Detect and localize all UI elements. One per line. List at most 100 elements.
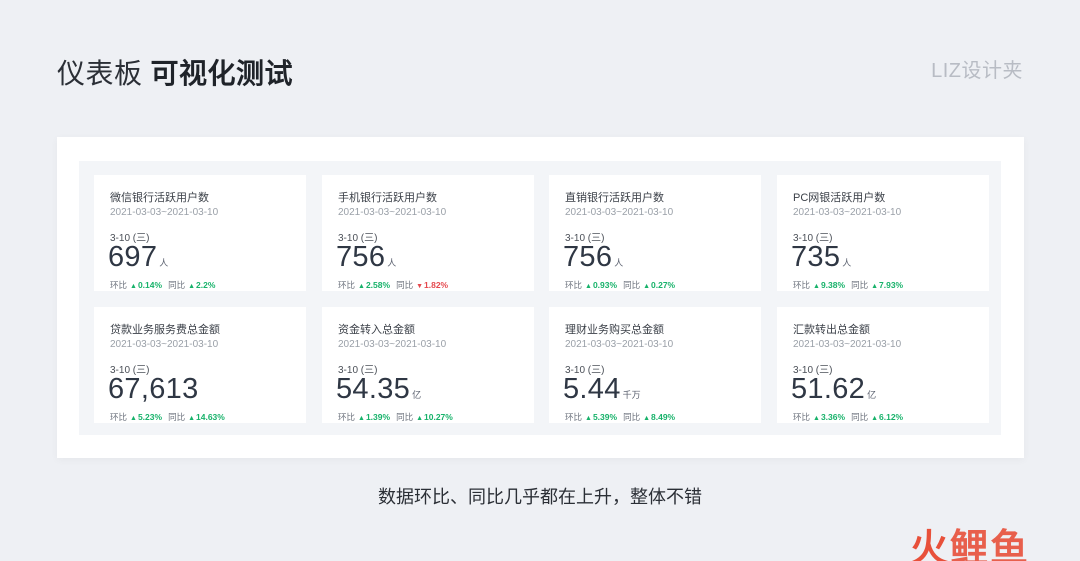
mom-value: 9.38% (820, 280, 846, 290)
yoy-label: 同比 (168, 412, 186, 422)
mom-label: 环比 (793, 412, 811, 422)
yoy-comparison: 同比 ▲6.12% (851, 412, 903, 422)
yoy-comparison: 同比 ▲14.63% (168, 412, 225, 422)
metric-name: 微信银行活跃用户数 (110, 192, 209, 204)
yoy-value: 0.27% (651, 280, 676, 290)
yoy-label: 同比 (851, 280, 869, 290)
mom-comparison: 环比 ▲0.93% (565, 280, 617, 290)
arrow-up-icon: ▲ (813, 415, 820, 422)
mom-value: 0.14% (137, 280, 163, 290)
metric-value-number: 697 (108, 241, 158, 273)
yoy-value: 7.93% (879, 280, 904, 290)
yoy-comparison: 同比 ▲8.49% (623, 412, 675, 422)
metric-card[interactable]: 汇款转出总金额 2021-03-03~2021-03-10 3-10 (三) 51.6… (777, 307, 989, 423)
metric-card[interactable]: 直销银行活跃用户数 2021-03-03~2021-03-10 3-10 (三) 75… (549, 175, 761, 291)
metric-unit: 亿 (412, 390, 422, 400)
yoy-comparison: 同比 ▲10.27% (396, 412, 453, 422)
yoy-label: 同比 (623, 412, 641, 422)
metric-unit: 亿 (867, 390, 877, 400)
metric-comparisons: 环比 ▲1.39% 同比 ▲10.27% (338, 411, 459, 423)
metric-unit: 千万 (622, 390, 641, 400)
metric-date-range: 2021-03-03~2021-03-10 (565, 207, 674, 218)
metric-unit: 人 (842, 258, 852, 268)
dashboard-panel: 微信银行活跃用户数 2021-03-03~2021-03-10 3-10 (三) 69… (57, 137, 1024, 458)
metric-comparisons: 环比 ▲5.23% 同比 ▲14.63% (110, 411, 231, 423)
metric-comparisons: 环比 ▲3.36% 同比 ▲6.12% (793, 411, 909, 423)
arrow-up-icon: ▲ (585, 283, 592, 290)
metric-value: 756 人 (563, 241, 623, 274)
metric-card[interactable]: 资金转入总金额 2021-03-03~2021-03-10 3-10 (三) 54.3… (322, 307, 534, 423)
arrow-down-icon: ▼ (416, 283, 424, 290)
arrow-up-icon: ▲ (871, 283, 879, 290)
metric-date-range: 2021-03-03~2021-03-10 (338, 207, 447, 218)
mom-label: 环比 (110, 412, 128, 422)
arrow-up-icon: ▲ (188, 283, 196, 290)
metric-value-number: 756 (336, 241, 386, 273)
mom-label: 环比 (565, 280, 583, 290)
yoy-value: 6.12% (879, 412, 904, 422)
metric-unit: 人 (614, 258, 624, 268)
arrow-up-icon: ▲ (643, 415, 651, 422)
metric-value-number: 735 (791, 241, 841, 273)
yoy-label: 同比 (623, 280, 641, 290)
metric-card[interactable]: 理财业务购买总金额 2021-03-03~2021-03-10 3-10 (三) 5.… (549, 307, 761, 423)
yoy-value: 14.63% (196, 412, 225, 422)
metric-value-number: 54.35 (336, 373, 411, 405)
metric-unit: 人 (387, 258, 397, 268)
metric-value-number: 51.62 (791, 373, 866, 405)
metric-date-range: 2021-03-03~2021-03-10 (565, 339, 674, 350)
arrow-up-icon: ▲ (358, 415, 365, 422)
page-title-bold: 可视化测试 (150, 58, 294, 89)
metric-value-number: 5.44 (563, 373, 621, 405)
yoy-value: 8.49% (651, 412, 676, 422)
arrow-up-icon: ▲ (130, 283, 137, 290)
metric-name: 理财业务购买总金额 (565, 324, 664, 336)
metric-card[interactable]: 贷款业务服务费总金额 2021-03-03~2021-03-10 3-10 (三) 6… (94, 307, 306, 423)
mom-comparison: 环比 ▲0.14% (110, 280, 162, 290)
metric-card[interactable]: 微信银行活跃用户数 2021-03-03~2021-03-10 3-10 (三) 69… (94, 175, 306, 291)
metric-name: 资金转入总金额 (338, 324, 415, 336)
metric-date-range: 2021-03-03~2021-03-10 (793, 339, 902, 350)
yoy-comparison: 同比 ▲2.2% (168, 280, 215, 290)
metric-comparisons: 环比 ▲0.93% 同比 ▲ 0.27% (565, 279, 681, 291)
brand-label: LIZ设计夹 (931, 60, 1023, 82)
metric-value: 67,613 (108, 373, 201, 406)
metric-card[interactable]: PC网银活跃用户数 2021-03-03~2021-03-10 3-10 (三) 73… (777, 175, 989, 291)
metric-value: 735 人 (791, 241, 851, 274)
mom-value: 0.93% (592, 280, 618, 290)
yoy-label: 同比 (396, 412, 414, 422)
metric-value-number: 67,613 (108, 373, 199, 405)
metric-name: PC网银活跃用户数 (793, 192, 886, 204)
metric-date-range: 2021-03-03~2021-03-10 (793, 207, 902, 218)
metric-comparisons: 环比 ▲0.14% 同比 ▲2.2% (110, 279, 221, 291)
watermark-part2: 鲤鱼 (950, 528, 1031, 561)
mom-label: 环比 (565, 412, 583, 422)
mom-comparison: 环比 ▲2.58% (338, 280, 390, 290)
yoy-value: 10.27% (424, 412, 453, 422)
arrow-up-icon: ▲ (585, 415, 592, 422)
metric-value: 51.62 亿 (791, 373, 876, 406)
mom-comparison: 环比 ▲5.39% (565, 412, 617, 422)
metric-card[interactable]: 手机银行活跃用户数 2021-03-03~2021-03-10 3-10 (三) 75… (322, 175, 534, 291)
yoy-label: 同比 (851, 412, 869, 422)
metric-value: 54.35 亿 (336, 373, 421, 406)
metric-comparisons: 环比 ▲9.38% 同比 ▲7.93% (793, 279, 909, 291)
mom-value: 2.58% (365, 280, 391, 290)
yoy-value: 2.2% (196, 280, 216, 290)
mom-comparison: 环比 ▲1.39% (338, 412, 390, 422)
mom-label: 环比 (110, 280, 128, 290)
yoy-label: 同比 (396, 280, 414, 290)
mom-label: 环比 (793, 280, 811, 290)
arrow-up-icon: ▲ (130, 415, 137, 422)
metric-value: 697 人 (108, 241, 168, 274)
mom-comparison: 环比 ▲9.38% (793, 280, 845, 290)
metric-date-range: 2021-03-03~2021-03-10 (338, 339, 447, 350)
arrow-up-icon: ▲ (358, 283, 365, 290)
metric-name: 贷款业务服务费总金额 (110, 324, 220, 336)
arrow-up-icon: ▲ (416, 415, 424, 422)
page-title-light: 仪表板 (57, 58, 143, 89)
mom-label: 环比 (338, 412, 356, 422)
yoy-value: 1.82% (424, 280, 449, 290)
mom-label: 环比 (338, 280, 356, 290)
metric-comparisons: 环比 ▲2.58% 同比 ▼1.82% (338, 279, 454, 291)
